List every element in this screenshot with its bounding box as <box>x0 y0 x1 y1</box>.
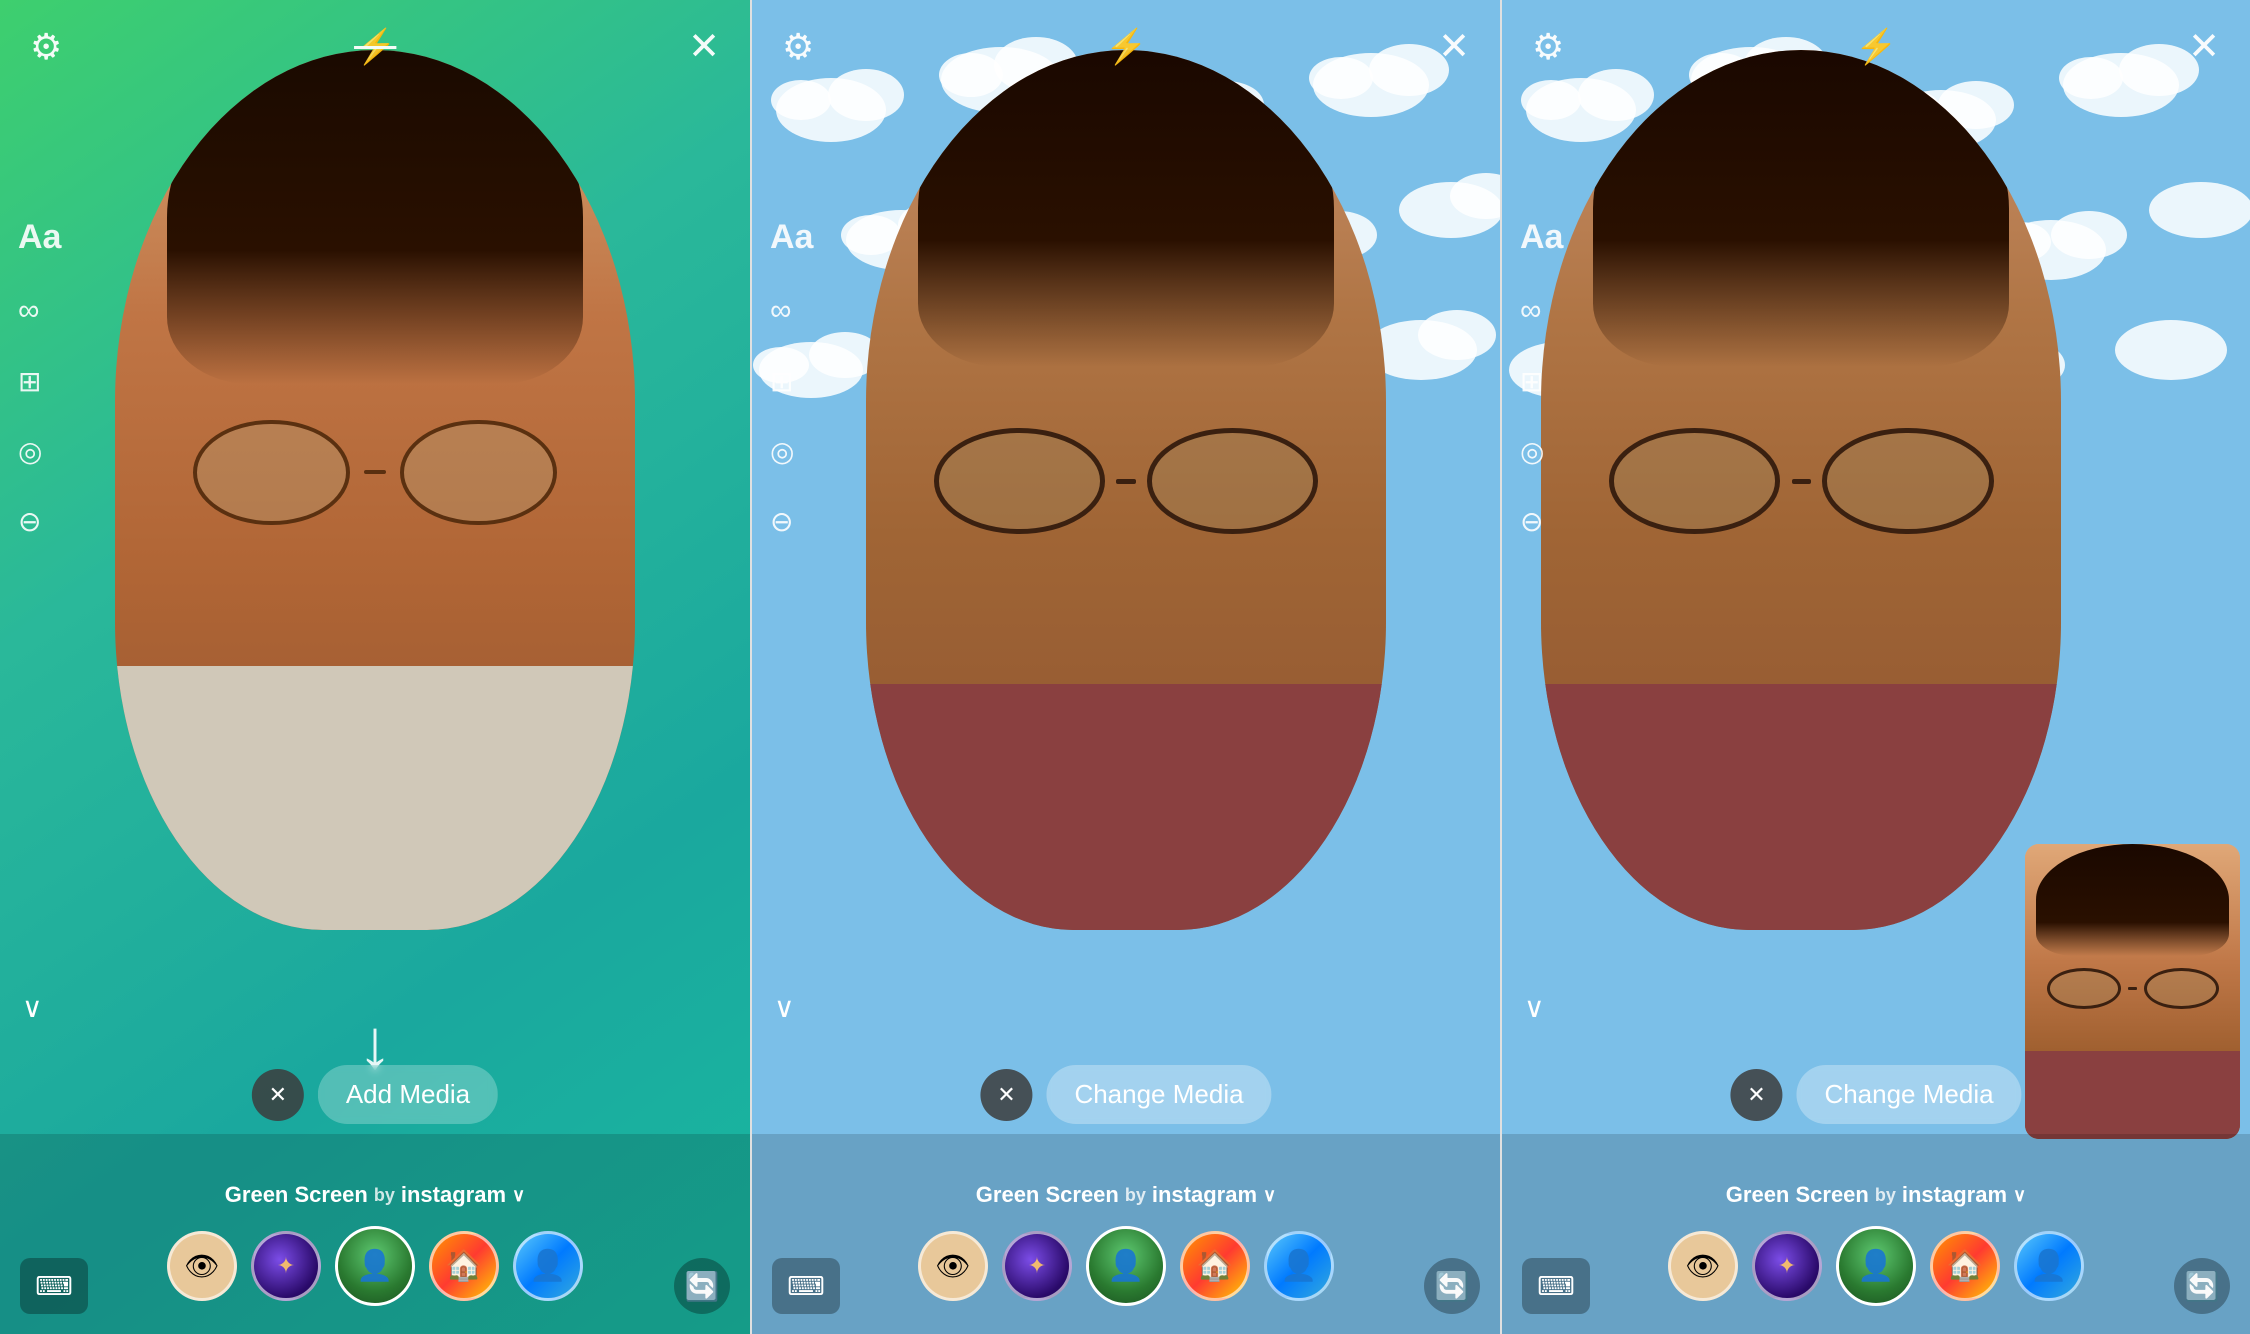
boomerang-icon[interactable]: ∞ <box>770 296 813 326</box>
flash-off-icon[interactable]: ⚡ <box>1105 30 1147 64</box>
person-panel-2 <box>866 50 1386 930</box>
close-icon[interactable]: ✕ <box>688 28 720 66</box>
keyboard-button[interactable]: ⌨ <box>772 1258 840 1314</box>
person-panel-1 <box>115 50 635 930</box>
close-icon[interactable]: ✕ <box>1438 28 1470 66</box>
change-media-button[interactable]: Change Media <box>1046 1065 1271 1124</box>
flip-camera-button[interactable]: 🔄 <box>1424 1258 1480 1314</box>
change-media-button[interactable]: Change Media <box>1796 1065 2021 1124</box>
panel-3: ⚙ ⚡ ✕ Aa ∞ ⊞ ◎ ⊖ ∨ ✕ Change Media Green … <box>1500 0 2250 1334</box>
level-icon[interactable]: ⊖ <box>1520 508 1563 536</box>
chevron-down-icon[interactable]: ∨ <box>774 991 795 1024</box>
left-sidebar-panel-2: Aa ∞ ⊞ ◎ ⊖ <box>770 220 813 536</box>
overlay-person-panel-3 <box>2025 844 2240 1139</box>
add-media-button[interactable]: Add Media <box>318 1065 498 1124</box>
panel-1: ⚙ ⚡ ✕ Aa ∞ ⊞ ◎ ⊖ ∨ ↓ ✕ Add Media Green S… <box>0 0 750 1334</box>
media-close-button[interactable]: ✕ <box>1730 1069 1782 1121</box>
focus-icon[interactable]: ◎ <box>1520 438 1563 466</box>
flash-off-icon[interactable]: ⚡ <box>1855 30 1897 64</box>
keyboard-button[interactable]: ⌨ <box>1522 1258 1590 1314</box>
keyboard-button[interactable]: ⌨ <box>20 1258 88 1314</box>
bottom-actions-panel-3: ⌨ 🔄 <box>1502 1258 2250 1314</box>
media-button-area-panel-1: ✕ Add Media <box>252 1065 498 1124</box>
settings-icon[interactable]: ⚙ <box>1532 29 1564 65</box>
settings-icon[interactable]: ⚙ <box>782 29 814 65</box>
layout-icon[interactable]: ⊞ <box>1520 368 1563 396</box>
left-sidebar-panel-1: Aa ∞ ⊞ ◎ ⊖ <box>18 220 61 536</box>
person-panel-3 <box>1541 50 2061 930</box>
focus-icon[interactable]: ◎ <box>770 438 813 466</box>
flash-off-icon[interactable]: ⚡ <box>354 30 396 64</box>
layout-icon[interactable]: ⊞ <box>770 368 813 396</box>
text-tool-icon[interactable]: Aa <box>1520 220 1563 254</box>
bottom-actions-panel-1: ⌨ 🔄 <box>0 1258 750 1314</box>
filter-label-panel-3: Green Screen by instagram ∨ <box>1726 1182 2026 1208</box>
filter-label-panel-1: Green Screen by instagram ∨ <box>225 1182 525 1208</box>
media-button-area-panel-2: ✕ Change Media <box>980 1065 1271 1124</box>
flip-camera-button[interactable]: 🔄 <box>2174 1258 2230 1314</box>
left-sidebar-panel-3: Aa ∞ ⊞ ◎ ⊖ <box>1520 220 1563 536</box>
level-icon[interactable]: ⊖ <box>770 508 813 536</box>
chevron-down-icon[interactable]: ∨ <box>22 991 43 1024</box>
media-button-area-panel-3: ✕ Change Media <box>1730 1065 2021 1124</box>
focus-icon[interactable]: ◎ <box>18 438 61 466</box>
media-close-button[interactable]: ✕ <box>252 1069 304 1121</box>
boomerang-icon[interactable]: ∞ <box>18 296 61 326</box>
chevron-down-icon[interactable]: ∨ <box>1524 991 1545 1024</box>
boomerang-icon[interactable]: ∞ <box>1520 296 1563 326</box>
close-icon[interactable]: ✕ <box>2188 28 2220 66</box>
filter-label-panel-2: Green Screen by instagram ∨ <box>976 1182 1276 1208</box>
level-icon[interactable]: ⊖ <box>18 508 61 536</box>
media-close-button[interactable]: ✕ <box>980 1069 1032 1121</box>
panel-2: ⚙ ⚡ ✕ Aa ∞ ⊞ ◎ ⊖ ∨ ✕ Change Media Green … <box>750 0 1500 1334</box>
settings-icon[interactable]: ⚙ <box>30 29 62 65</box>
text-tool-icon[interactable]: Aa <box>18 220 61 254</box>
top-bar-panel-3: ⚙ ⚡ ✕ <box>1502 28 2250 66</box>
flip-camera-button[interactable]: 🔄 <box>674 1258 730 1314</box>
bottom-actions-panel-2: ⌨ 🔄 <box>752 1258 1500 1314</box>
layout-icon[interactable]: ⊞ <box>18 368 61 396</box>
top-bar-panel-2: ⚙ ⚡ ✕ <box>752 28 1500 66</box>
top-bar-panel-1: ⚙ ⚡ ✕ <box>0 28 750 66</box>
text-tool-icon[interactable]: Aa <box>770 220 813 254</box>
